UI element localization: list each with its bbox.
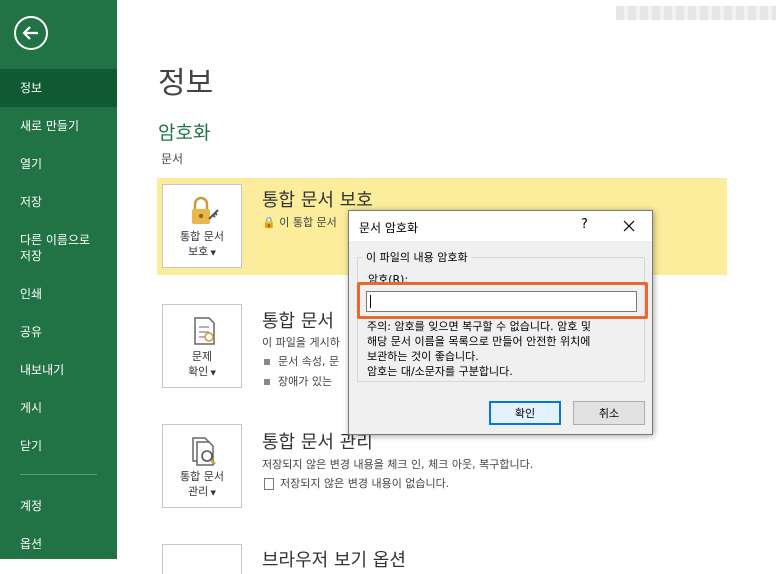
nav-publish[interactable]: 게시 bbox=[0, 400, 117, 416]
protect-workbook-desc: 이 통합 문서 bbox=[279, 216, 337, 229]
bullet-icon bbox=[264, 379, 270, 385]
section-subtitle: 문서 bbox=[161, 152, 184, 166]
inspect-workbook-desc: 이 파일을 게시하 bbox=[262, 336, 340, 349]
lock-key-icon bbox=[192, 196, 219, 224]
blurred-account-name bbox=[616, 6, 776, 20]
inspect-document-icon bbox=[194, 317, 215, 345]
close-icon[interactable] bbox=[619, 216, 639, 236]
nav-export[interactable]: 내보내기 bbox=[0, 362, 117, 378]
tile-label: 통합 문서 bbox=[180, 230, 224, 243]
nav-share[interactable]: 공유 bbox=[0, 324, 117, 340]
back-button[interactable] bbox=[14, 16, 48, 50]
manage-workbook-button[interactable]: 통합 문서 관리 ▼ bbox=[162, 424, 242, 508]
nav-new[interactable]: 새로 만들기 bbox=[0, 118, 117, 134]
note-line: 암호는 대/소문자를 구분합니다. bbox=[367, 365, 513, 378]
note-line: 주의: 암호를 잊으면 복구할 수 없습니다. 암호 및 bbox=[367, 320, 591, 333]
focus-highlight-frame bbox=[357, 282, 648, 319]
browser-view-options-button[interactable] bbox=[162, 544, 242, 574]
manage-document-icon bbox=[192, 437, 216, 466]
browser-view-title: 브라우저 보기 옵션 bbox=[262, 550, 406, 571]
dropdown-caret-icon: ▼ bbox=[208, 489, 216, 497]
help-button[interactable]: ? bbox=[581, 217, 588, 232]
manage-workbook-status: 저장되지 않은 변경 내용이 없습니다. bbox=[280, 477, 450, 490]
dropdown-caret-icon: ▼ bbox=[208, 369, 216, 377]
backstage-sidebar: 정보 새로 만들기 열기 저장 다른 이름으로 저장 인쇄 공유 내보내기 게시… bbox=[0, 0, 117, 559]
arrow-left-icon bbox=[22, 26, 38, 40]
dialog-title: 문서 암호화 bbox=[359, 221, 419, 235]
protect-workbook-title: 통합 문서 보호 bbox=[262, 190, 373, 211]
nav-close[interactable]: 닫기 bbox=[0, 438, 117, 454]
tile-label: 확인 bbox=[188, 365, 209, 378]
ok-button[interactable]: 확인 bbox=[489, 401, 561, 425]
section-title: 암호화 bbox=[158, 122, 211, 144]
page-title: 정보 bbox=[158, 66, 214, 101]
tile-label: 문제 bbox=[191, 350, 213, 363]
tile-label: 관리 bbox=[188, 485, 209, 498]
nav-account[interactable]: 계정 bbox=[0, 498, 117, 514]
bullet-icon bbox=[264, 359, 270, 365]
nav-save[interactable]: 저장 bbox=[0, 194, 117, 210]
nav-save-as[interactable]: 다른 이름으로 저장 bbox=[0, 232, 117, 264]
small-lock-icon: 🔒 bbox=[262, 216, 276, 229]
tile-label: 보호 bbox=[188, 245, 209, 258]
inspect-workbook-title: 통합 문서 bbox=[262, 311, 334, 332]
document-icon bbox=[264, 478, 274, 490]
manage-workbook-desc: 저장되지 않은 변경 내용을 체크 인, 체크 아웃, 복구합니다. bbox=[262, 458, 534, 471]
inspect-bullet-1: 문서 속성, 문 bbox=[278, 355, 340, 368]
group-label: 이 파일의 내용 암호화 bbox=[363, 249, 471, 265]
dialog-titlebar: 문서 암호화 ? bbox=[349, 211, 652, 241]
check-issues-button[interactable]: 문제 확인 ▼ bbox=[162, 304, 242, 388]
encrypt-document-dialog: 문서 암호화 ? 이 파일의 내용 암호화 암호(R): 주의: 암호를 잊으면… bbox=[348, 210, 653, 435]
inspect-bullet-2: 장애가 있는 bbox=[278, 375, 333, 388]
nav-info[interactable]: 정보 bbox=[0, 69, 117, 107]
cancel-button[interactable]: 취소 bbox=[573, 401, 645, 425]
nav-divider bbox=[20, 474, 97, 475]
nav-options[interactable]: 옵션 bbox=[0, 536, 117, 552]
note-line: 보관하는 것이 좋습니다. bbox=[367, 350, 479, 363]
dropdown-caret-icon: ▼ bbox=[208, 249, 216, 257]
protect-workbook-button[interactable]: 통합 문서 보호 ▼ bbox=[162, 184, 242, 268]
tile-label: 통합 문서 bbox=[180, 470, 224, 483]
nav-print[interactable]: 인쇄 bbox=[0, 286, 117, 302]
note-line: 해당 문서 이름을 목록으로 만들어 안전한 위치에 bbox=[367, 335, 591, 348]
nav-open[interactable]: 열기 bbox=[0, 156, 117, 172]
warning-note: 주의: 암호를 잊으면 복구할 수 없습니다. 암호 및 해당 문서 이름을 목… bbox=[367, 319, 647, 379]
